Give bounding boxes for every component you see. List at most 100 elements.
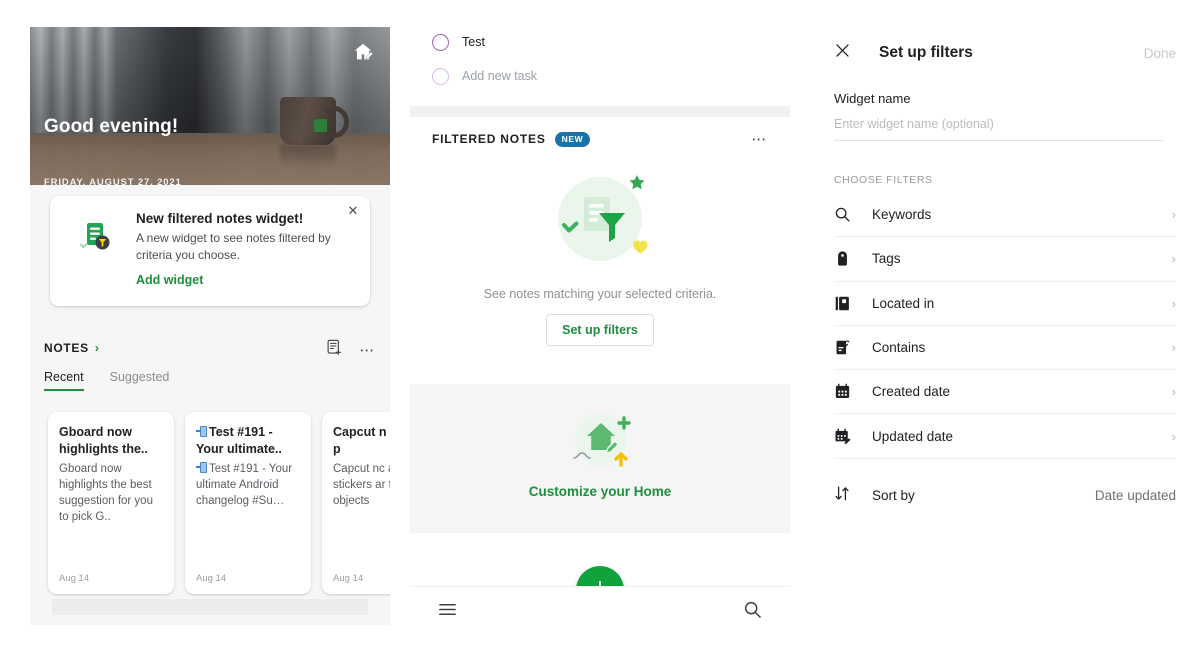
filter-list: Keywords › Tags › Located in › Contains … — [834, 193, 1176, 459]
filter-row-updated-date[interactable]: Updated date › — [834, 414, 1176, 459]
chevron-right-icon: › — [1171, 295, 1176, 311]
hero-mug-reflection — [280, 145, 336, 167]
filter-label: Contains — [872, 340, 926, 356]
mobile-phone-emoji-icon — [196, 462, 207, 473]
new-note-icon[interactable] — [326, 339, 343, 361]
attachment-note-icon — [834, 339, 856, 356]
empty-state-text: See notes matching your selected criteri… — [483, 287, 717, 301]
promo-card: ✕ New filtered notes widget! A new widge… — [50, 196, 370, 306]
filter-row-tags[interactable]: Tags › — [834, 237, 1176, 282]
promo-body: New filtered notes widget! A new widget … — [136, 211, 356, 287]
hero-coffee-mug — [280, 97, 349, 145]
filter-label: Tags — [872, 251, 901, 267]
calendar-icon — [834, 383, 856, 400]
filter-row-located-in[interactable]: Located in › — [834, 282, 1176, 326]
note-date: Aug 14 — [196, 573, 227, 584]
filter-label: Created date — [872, 384, 951, 400]
filter-label: Updated date — [872, 428, 954, 444]
customize-home-label: Customize your Home — [528, 484, 672, 499]
notes-tabs: Recent Suggested — [44, 370, 169, 391]
hero-greeting: Good evening! — [44, 116, 179, 137]
filtered-note-empty-illustration — [542, 169, 658, 273]
panel-title: Set up filters — [879, 44, 973, 61]
chevron-right-icon: › — [1171, 428, 1176, 444]
filter-label: Located in — [872, 295, 935, 311]
note-card[interactable]: Capcut n allows p Capcut nc allows pir s… — [322, 412, 390, 594]
sort-by-label: Sort by — [872, 488, 915, 504]
note-snippet: Capcut nc allows pir stickers ar to obje… — [333, 463, 390, 507]
note-card[interactable]: Gboard now highlights the.. Gboard now h… — [48, 412, 174, 594]
note-cards-row: Gboard now highlights the.. Gboard now h… — [48, 412, 390, 594]
task-row[interactable]: Test — [410, 25, 790, 59]
promo-title: New filtered notes widget! — [136, 211, 304, 226]
filters-header: Set up filters Done — [810, 0, 1200, 64]
note-snippet: Gboard now highlights the best suggestio… — [59, 463, 153, 523]
screenshot-stage: Good evening! FRIDAY, AUGUST 27, 2021 ✕ … — [0, 0, 1200, 670]
widget-name-label: Widget name — [834, 91, 911, 106]
chevron-right-icon: › — [1171, 340, 1176, 356]
search-icon — [834, 206, 856, 223]
add-widget-button[interactable]: Add widget — [136, 273, 356, 287]
note-title: Capcut n allows p — [333, 425, 390, 456]
overflow-menu-icon[interactable]: ⋯ — [751, 132, 768, 147]
tab-recent[interactable]: Recent — [44, 370, 84, 391]
customize-home-illustration — [561, 410, 639, 478]
chevron-right-icon: › — [1171, 251, 1176, 267]
hero-banner: Good evening! FRIDAY, AUGUST 27, 2021 — [30, 27, 390, 185]
note-title: Test #191 - Your ultimate.. — [196, 425, 282, 456]
note-snippet-row: Test #191 - Your ultimate Android change… — [196, 462, 300, 510]
filtered-notes-title: FILTERED NOTES — [432, 132, 546, 146]
promo-description: A new widget to see notes filtered by cr… — [136, 231, 331, 263]
task-label: Test — [462, 35, 485, 49]
filtered-notes-header: FILTERED NOTES NEW ⋯ — [410, 117, 790, 161]
notes-list-panel: Test Add new task FILTERED NOTES NEW ⋯ S… — [410, 0, 790, 637]
notes-section-actions: ⋯ — [326, 339, 376, 361]
task-label: Add new task — [462, 69, 538, 83]
chevron-right-icon: › — [94, 341, 99, 355]
note-title: Gboard now highlights the.. — [59, 425, 148, 456]
mobile-phone-emoji-icon — [196, 426, 207, 437]
chevron-right-icon: › — [1171, 207, 1176, 223]
close-icon[interactable] — [834, 42, 851, 64]
section-divider-band — [410, 106, 790, 117]
filtered-notes-empty-state: See notes matching your selected criteri… — [410, 161, 790, 362]
done-button[interactable]: Done — [1144, 46, 1176, 61]
note-card[interactable]: Test #191 - Your ultimate.. Test #191 - … — [185, 412, 311, 594]
notes-section-label: NOTES — [44, 341, 89, 355]
widget-name-input[interactable] — [834, 117, 1164, 141]
filter-row-contains[interactable]: Contains › — [834, 326, 1176, 371]
sort-by-value: Date updated — [1094, 488, 1176, 504]
filter-row-keywords[interactable]: Keywords › — [834, 193, 1176, 238]
customize-home-section[interactable]: Customize your Home — [410, 384, 790, 533]
bottom-bar — [410, 586, 790, 637]
hamburger-menu-icon[interactable] — [438, 600, 457, 624]
filter-row-created-date[interactable]: Created date › — [834, 370, 1176, 415]
choose-filters-label: CHOOSE FILTERS — [834, 174, 933, 186]
filter-label: Keywords — [872, 207, 932, 223]
chevron-right-icon: › — [1171, 384, 1176, 400]
tag-icon — [834, 250, 856, 267]
home-edit-icon[interactable] — [352, 41, 374, 63]
sort-arrows-icon — [834, 485, 856, 507]
note-title-row: Test #191 - Your ultimate.. — [196, 424, 300, 457]
new-badge: NEW — [554, 131, 591, 147]
sort-by-row[interactable]: Sort by Date updated — [834, 474, 1176, 518]
notes-section-header[interactable]: NOTES › — [44, 341, 99, 355]
task-checkbox-icon[interactable] — [432, 67, 449, 85]
notebook-icon — [834, 295, 856, 312]
note-date: Aug 14 — [59, 573, 90, 584]
filtered-note-icon — [76, 216, 120, 260]
set-up-filters-panel: Set up filters Done Widget name CHOOSE F… — [810, 0, 1200, 670]
set-up-filters-button[interactable]: Set up filters — [546, 314, 654, 346]
hero-date: FRIDAY, AUGUST 27, 2021 — [44, 177, 182, 185]
search-icon[interactable] — [743, 600, 762, 624]
note-snippet: Test #191 - Your ultimate Android change… — [196, 463, 293, 507]
calendar-edit-icon — [834, 428, 856, 445]
overflow-menu-icon[interactable]: ⋯ — [359, 343, 376, 358]
task-checkbox-icon[interactable] — [432, 33, 449, 51]
add-new-task-row[interactable]: Add new task — [410, 59, 790, 93]
home-panel-footer-strip — [52, 599, 368, 615]
tab-suggested[interactable]: Suggested — [110, 370, 170, 391]
note-date: Aug 14 — [333, 573, 364, 584]
home-panel: Good evening! FRIDAY, AUGUST 27, 2021 ✕ … — [30, 27, 390, 625]
